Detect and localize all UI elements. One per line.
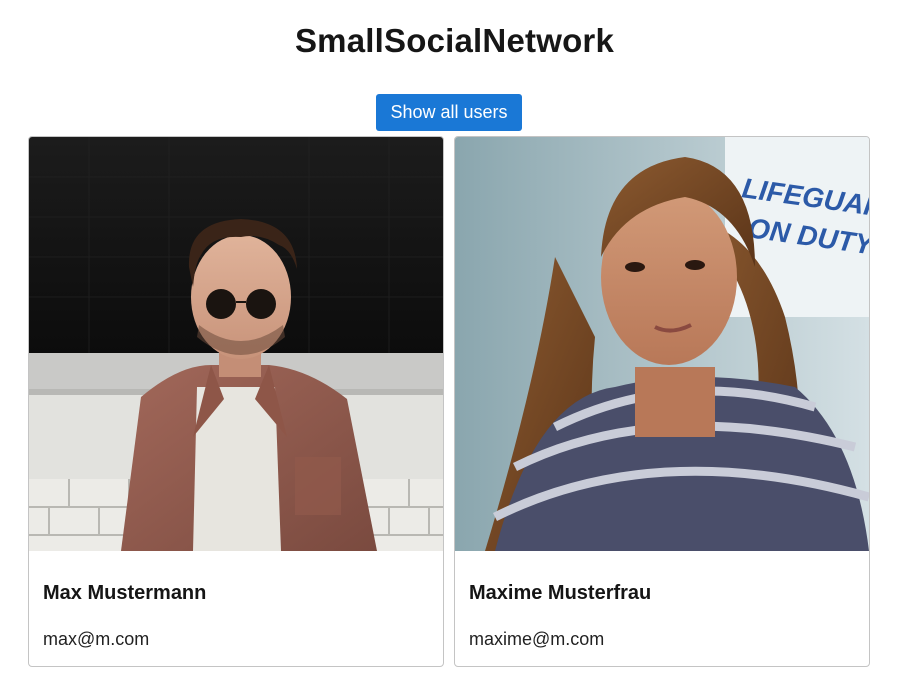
page: SmallSocialNetwork Show all users Max Mu…	[0, 0, 899, 696]
user-email: max@m.com	[43, 629, 150, 649]
user-photo: LIFEGUARD ON DUTY	[455, 137, 869, 551]
woman-portrait-photo: LIFEGUARD ON DUTY	[455, 137, 869, 551]
page-title: SmallSocialNetwork	[294, 22, 615, 59]
user-email: maxime@m.com	[469, 629, 605, 649]
man-portrait-photo	[29, 137, 443, 551]
user-name: Maxime Musterfrau	[469, 582, 652, 604]
user-photo	[29, 137, 443, 551]
user-card[interactable]: LIFEGUARD ON DUTY Maxime Musterfrau maxi…	[454, 136, 870, 667]
user-card[interactable]: Max Mustermann max@m.com	[28, 136, 444, 667]
user-name: Max Mustermann	[43, 582, 207, 604]
show-all-users-button[interactable]: Show all users	[376, 94, 522, 131]
